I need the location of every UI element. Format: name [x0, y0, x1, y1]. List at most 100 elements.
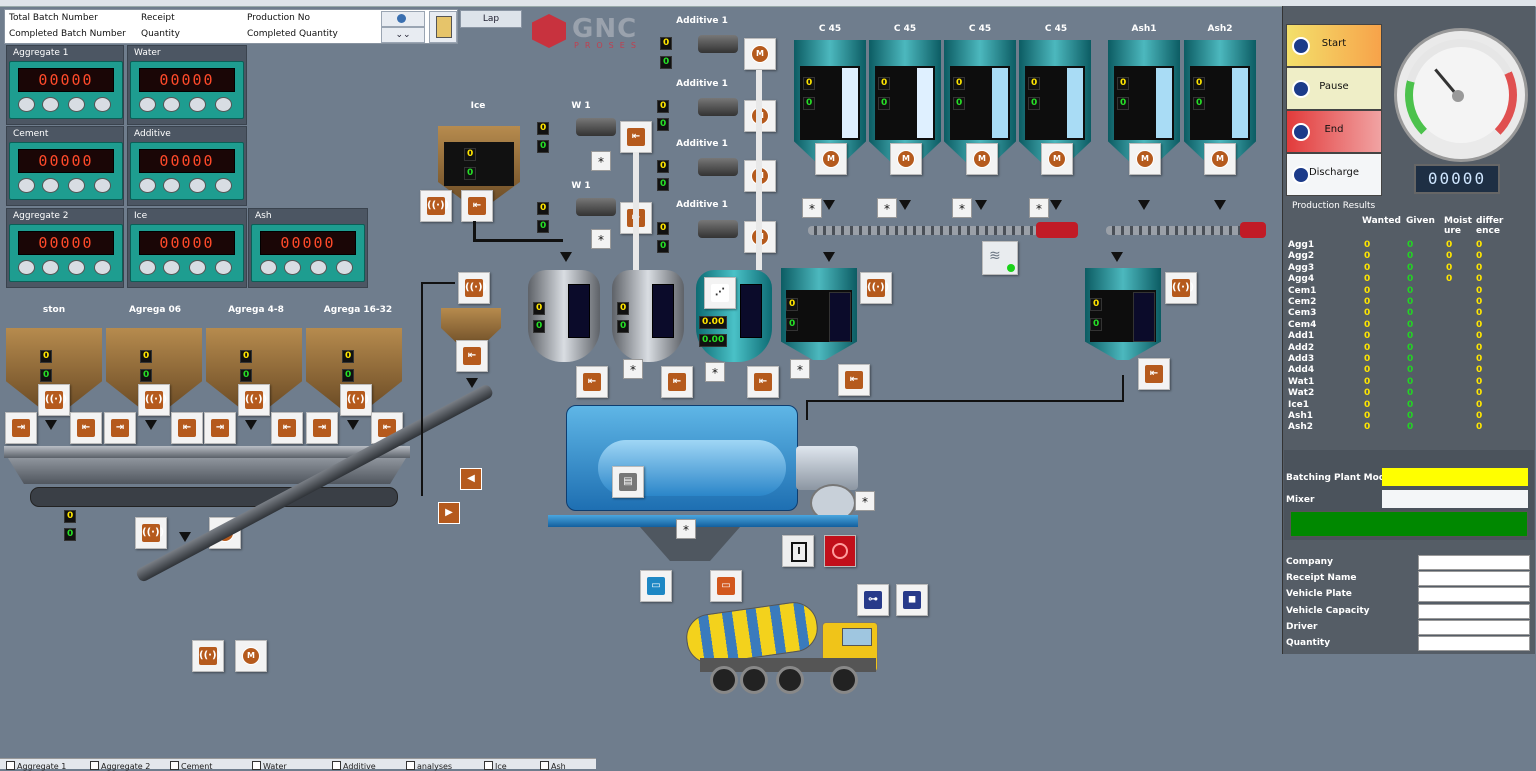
- water-discharge-button[interactable]: ⇤: [661, 366, 693, 398]
- checkbox-additive[interactable]: Additive: [332, 761, 376, 771]
- ice-vibrator-button[interactable]: ((·)): [420, 190, 452, 222]
- conveyor-reverse-button[interactable]: ◀: [460, 468, 482, 490]
- checkbox-aggregate-2[interactable]: Aggregate 2: [90, 761, 150, 771]
- scale-key[interactable]: [189, 260, 206, 275]
- silo-motor-button[interactable]: M: [1041, 143, 1073, 175]
- scale-key[interactable]: [163, 260, 180, 275]
- mixer-stop-button[interactable]: [824, 535, 856, 567]
- clipboard-button[interactable]: [429, 11, 457, 43]
- start-button[interactable]: Start: [1286, 24, 1382, 67]
- belt-vibrator-button[interactable]: ((·)): [135, 517, 167, 549]
- checkbox-aggregate-1[interactable]: Aggregate 1: [6, 761, 66, 771]
- scale-key[interactable]: [310, 260, 327, 275]
- scale-key[interactable]: [68, 260, 85, 275]
- star-button[interactable]: *: [790, 359, 810, 379]
- scale-key[interactable]: [163, 178, 180, 193]
- star-button[interactable]: *: [855, 491, 875, 511]
- scale-key[interactable]: [42, 178, 59, 193]
- ice-discharge-button[interactable]: ⇤: [576, 366, 608, 398]
- conveyor-motor-button[interactable]: M: [235, 640, 267, 672]
- star-button[interactable]: *: [877, 198, 897, 218]
- star-button[interactable]: *: [705, 362, 725, 382]
- silo-motor-button[interactable]: M: [1204, 143, 1236, 175]
- gate-button[interactable]: ⇥: [306, 412, 338, 444]
- quantity-field[interactable]: [1418, 636, 1530, 651]
- discharge-gate-open-button[interactable]: ▭: [640, 570, 672, 602]
- scale-key[interactable]: [18, 260, 35, 275]
- cement-discharge-button[interactable]: ⇤: [838, 364, 870, 396]
- vibrator-button[interactable]: ((·)): [238, 384, 270, 416]
- waiting-hopper-vibrator-button[interactable]: ((·)): [458, 272, 490, 304]
- vibrator-button[interactable]: ((·)): [138, 384, 170, 416]
- mixer-cover-button[interactable]: ▤: [612, 466, 644, 498]
- scale-key[interactable]: [260, 260, 277, 275]
- silo-motor-button[interactable]: M: [815, 143, 847, 175]
- pause-button[interactable]: Pause: [1286, 67, 1382, 110]
- scale-key[interactable]: [163, 97, 180, 112]
- company-field[interactable]: [1418, 555, 1530, 570]
- waiting-hopper-gate-button[interactable]: ⇤: [456, 340, 488, 372]
- end-button[interactable]: End: [1286, 110, 1382, 153]
- cement-vibrator-button[interactable]: ((·)): [860, 272, 892, 304]
- additive-pump-button[interactable]: M: [744, 38, 776, 70]
- scale-key[interactable]: [189, 97, 206, 112]
- checkbox-ash[interactable]: Ash: [540, 761, 566, 771]
- additive-discharge-button[interactable]: ⇤: [747, 366, 779, 398]
- ash-vibrator-button[interactable]: ((·)): [1165, 272, 1197, 304]
- star-button[interactable]: *: [623, 359, 643, 379]
- vehicle-capacity-field[interactable]: [1418, 604, 1530, 619]
- scale-key[interactable]: [215, 97, 232, 112]
- scale-key[interactable]: [94, 260, 111, 275]
- scale-key[interactable]: [42, 97, 59, 112]
- expand-button[interactable]: ⌄⌄: [381, 27, 425, 43]
- water-star-button[interactable]: *: [591, 151, 611, 171]
- scale-key[interactable]: [68, 178, 85, 193]
- scale-key[interactable]: [94, 97, 111, 112]
- silo-motor-button[interactable]: M: [1129, 143, 1161, 175]
- discharge-button[interactable]: Discharge: [1286, 153, 1382, 196]
- conveyor-vibrator-button[interactable]: ((·)): [192, 640, 224, 672]
- gate-button[interactable]: ⇥: [5, 412, 37, 444]
- silo-motor-button[interactable]: M: [966, 143, 998, 175]
- checkbox-water[interactable]: Water: [252, 761, 287, 771]
- checkbox-cement[interactable]: Cement: [170, 761, 212, 771]
- conveyor-forward-button[interactable]: ▶: [438, 502, 460, 524]
- scale-key[interactable]: [18, 97, 35, 112]
- star-button[interactable]: *: [802, 198, 822, 218]
- star-button[interactable]: *: [952, 198, 972, 218]
- checkbox-analyses[interactable]: analyses: [406, 761, 452, 771]
- driver-field[interactable]: [1418, 620, 1530, 635]
- scale-key[interactable]: [139, 260, 156, 275]
- receipt-name-field[interactable]: [1418, 571, 1530, 586]
- ice-gate-button[interactable]: ⇤: [461, 190, 493, 222]
- scale-key[interactable]: [336, 260, 353, 275]
- user-button[interactable]: [381, 11, 425, 27]
- scale-key[interactable]: [68, 97, 85, 112]
- lap-button[interactable]: Lap: [460, 10, 522, 28]
- shower-button[interactable]: ⋰: [704, 277, 736, 309]
- gate-button[interactable]: ⇤: [171, 412, 203, 444]
- gate-button[interactable]: ⇤: [70, 412, 102, 444]
- checkbox-ice[interactable]: Ice: [484, 761, 507, 771]
- scale-key[interactable]: [139, 178, 156, 193]
- aeration-button[interactable]: ≋: [982, 241, 1018, 275]
- gate-button[interactable]: ⇥: [204, 412, 236, 444]
- ash-discharge-button[interactable]: ⇤: [1138, 358, 1170, 390]
- scale-key[interactable]: [215, 178, 232, 193]
- scale-key[interactable]: [18, 178, 35, 193]
- gate-button[interactable]: ⇤: [271, 412, 303, 444]
- water-valve-button[interactable]: ⇤: [620, 121, 652, 153]
- silo-motor-button[interactable]: M: [890, 143, 922, 175]
- scale-key[interactable]: [215, 260, 232, 275]
- scale-key[interactable]: [189, 178, 206, 193]
- water-star-button[interactable]: *: [591, 229, 611, 249]
- mixer-start-button[interactable]: I: [782, 535, 814, 567]
- vibrator-button[interactable]: ((·)): [38, 384, 70, 416]
- scale-key[interactable]: [94, 178, 111, 193]
- star-button[interactable]: *: [676, 519, 696, 539]
- vehicle-plate-field[interactable]: [1418, 587, 1530, 602]
- gate-button[interactable]: ⇥: [104, 412, 136, 444]
- star-button[interactable]: *: [1029, 198, 1049, 218]
- scale-key[interactable]: [284, 260, 301, 275]
- pump-button[interactable]: ◼: [896, 584, 928, 616]
